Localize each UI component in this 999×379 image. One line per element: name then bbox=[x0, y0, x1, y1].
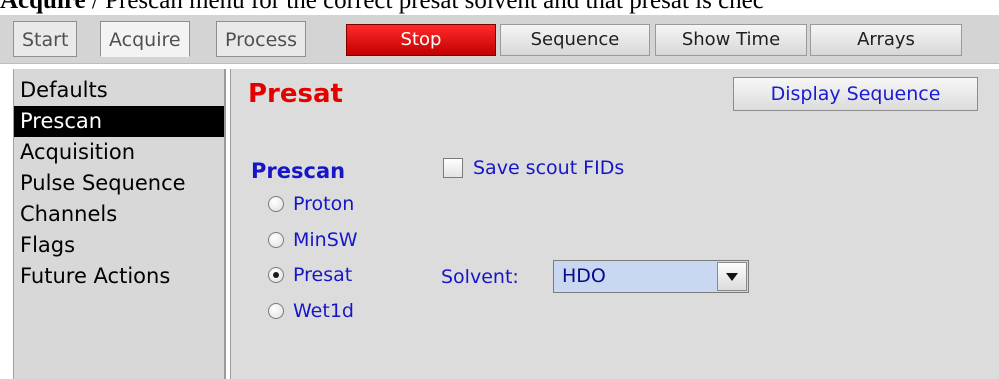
page-title: Presat bbox=[248, 79, 343, 109]
radio-label-proton: Proton bbox=[293, 193, 355, 215]
radio-proton[interactable]: Proton bbox=[268, 190, 354, 218]
radio-label-presat: Presat bbox=[293, 264, 353, 286]
solvent-dropdown-button[interactable] bbox=[717, 262, 747, 291]
radio-button-proton[interactable] bbox=[268, 196, 284, 212]
tab-acquire[interactable]: Acquire bbox=[100, 21, 190, 57]
prescan-group-label: Prescan bbox=[251, 159, 346, 183]
stop-button[interactable]: Stop bbox=[346, 24, 496, 56]
arrays-button[interactable]: Arrays bbox=[810, 24, 962, 56]
sidebar-menu: Defaults Prescan Acquisition Pulse Seque… bbox=[13, 69, 226, 379]
solvent-select[interactable]: HDO bbox=[553, 260, 749, 293]
document-caption: Acquire / Prescan menu for the correct p… bbox=[0, 0, 999, 15]
caption-rest: / Prescan menu for the correct presat so… bbox=[85, 0, 764, 14]
prescan-panel: Presat Display Sequence Prescan Proton M… bbox=[230, 69, 999, 379]
sidebar-item-future-actions[interactable]: Future Actions bbox=[14, 261, 224, 292]
sidebar-item-acquisition[interactable]: Acquisition bbox=[14, 137, 224, 168]
radio-minsw[interactable]: MinSW bbox=[268, 226, 358, 254]
top-tab-bar: Start Acquire Process Stop Sequence Show… bbox=[0, 15, 999, 64]
tab-start[interactable]: Start bbox=[13, 21, 78, 57]
radio-button-wet1d[interactable] bbox=[268, 303, 284, 319]
chevron-down-icon bbox=[726, 272, 738, 281]
radio-button-minsw[interactable] bbox=[268, 232, 284, 248]
radio-presat[interactable]: Presat bbox=[268, 261, 352, 289]
sidebar-item-prescan[interactable]: Prescan bbox=[14, 106, 224, 137]
radio-button-presat[interactable] bbox=[268, 267, 284, 283]
sequence-button[interactable]: Sequence bbox=[500, 24, 650, 56]
sidebar-item-channels[interactable]: Channels bbox=[14, 199, 224, 230]
display-sequence-button[interactable]: Display Sequence bbox=[733, 77, 978, 111]
tab-process[interactable]: Process bbox=[216, 21, 307, 57]
radio-label-wet1d: Wet1d bbox=[293, 300, 354, 322]
caption-bold: Acquire bbox=[0, 0, 86, 14]
save-scout-fids-checkbox[interactable] bbox=[443, 158, 463, 178]
show-time-button[interactable]: Show Time bbox=[655, 24, 807, 56]
radio-wet1d[interactable]: Wet1d bbox=[268, 297, 354, 325]
radio-label-minsw: MinSW bbox=[293, 229, 358, 251]
save-scout-fids-option[interactable]: Save scout FIDs bbox=[443, 157, 624, 179]
sidebar-item-pulse-sequence[interactable]: Pulse Sequence bbox=[14, 168, 224, 199]
save-scout-fids-label: Save scout FIDs bbox=[473, 157, 625, 179]
solvent-select-value: HDO bbox=[562, 265, 606, 287]
sidebar-item-flags[interactable]: Flags bbox=[14, 230, 224, 261]
solvent-label: Solvent: bbox=[441, 266, 519, 288]
sidebar-item-defaults[interactable]: Defaults bbox=[14, 75, 224, 106]
